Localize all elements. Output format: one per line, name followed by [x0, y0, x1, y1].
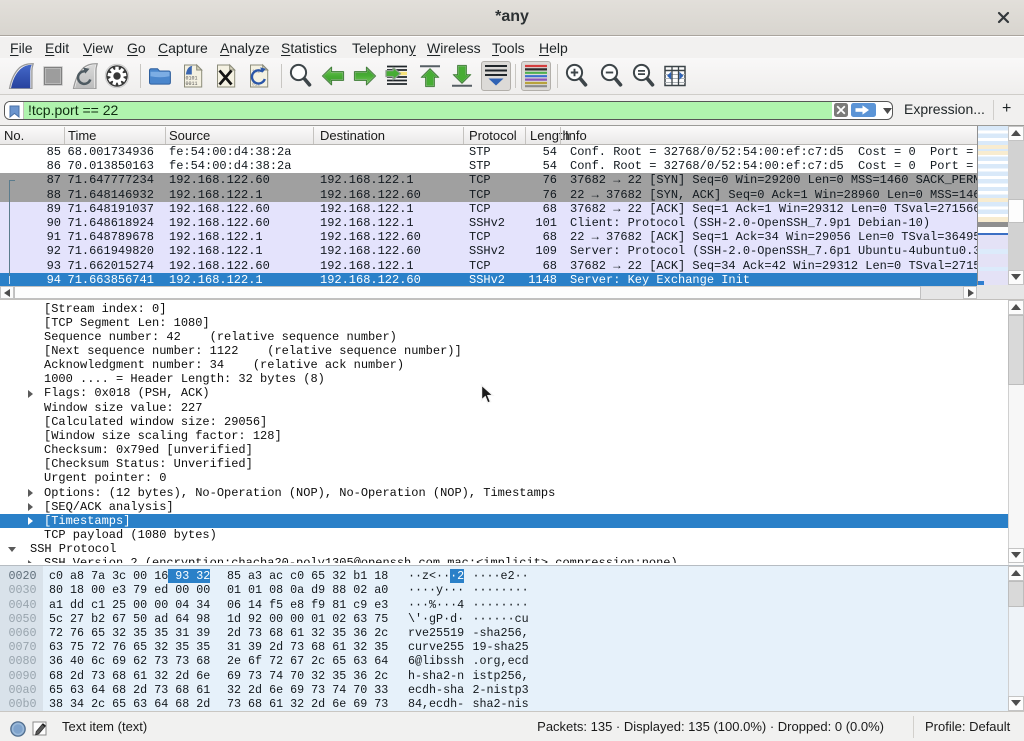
- svg-text:0011: 0011: [186, 81, 198, 87]
